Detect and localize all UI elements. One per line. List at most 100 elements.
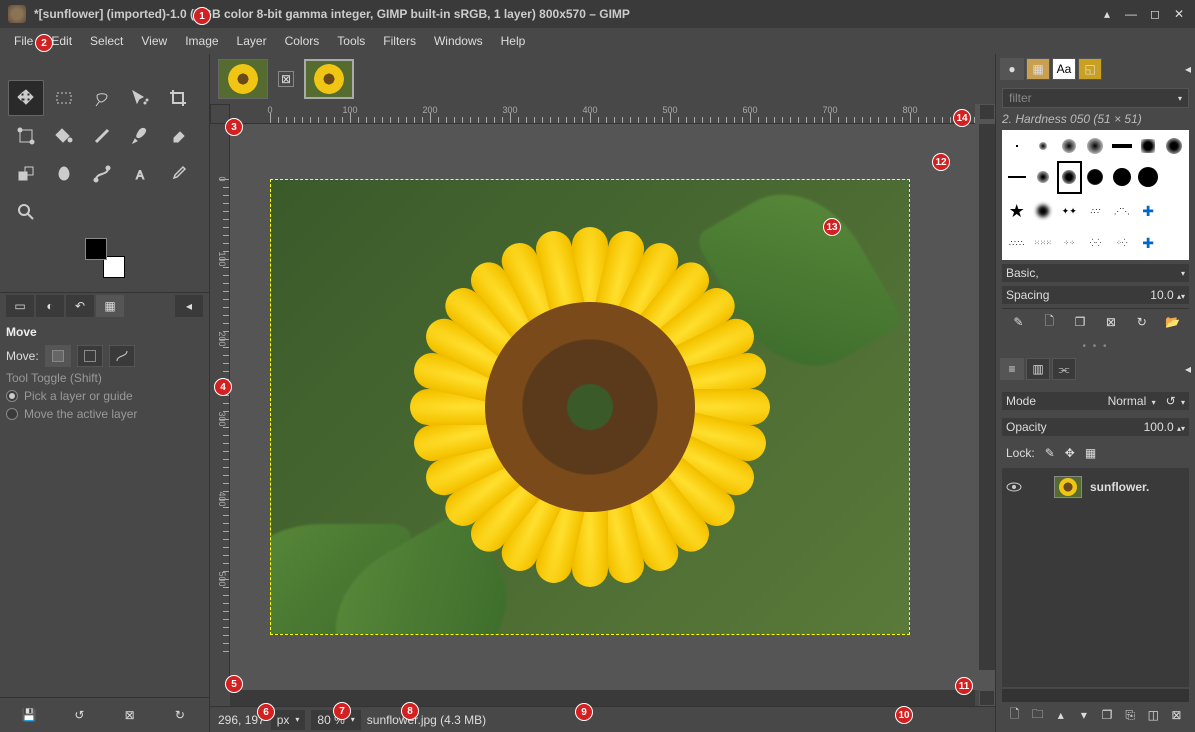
new-layer-icon[interactable]: 🗋 [1006,706,1023,724]
layer-group-icon[interactable]: 🗀 [1029,706,1046,724]
brush-spacing-slider[interactable]: Spacing 10.0 ▴▾ [1002,286,1189,304]
ruler-vertical[interactable]: 0100200300400500 [210,124,230,690]
duplicate-brush-icon[interactable]: ❐ [1071,313,1089,331]
option-pick-layer[interactable]: Pick a layer or guide [6,389,203,403]
brush-filter-input[interactable]: filter ▾ [1002,88,1189,108]
lock-alpha-icon[interactable]: ▦ [1085,446,1096,460]
move-mode-selection[interactable] [77,345,103,367]
mask-layer-icon[interactable]: ◫ [1145,706,1162,724]
menu-image[interactable]: Image [177,30,226,52]
brushes-menu-icon[interactable]: ◂ [1185,62,1191,76]
mode-dropdown[interactable]: Normal ▾ [1108,394,1156,408]
brush-grid[interactable]: ★ ✦✦ ∴∵ ⋰⋱ ✚ ∴∵∴ ⁙⁙⁙ ⁘⁘ ⁛⁛ ⁘⁛ ✚ [1002,130,1189,260]
menu-filters[interactable]: Filters [375,30,424,52]
tab-patterns[interactable]: ▦ [1026,58,1050,80]
tab-history[interactable]: ◱ [1078,58,1102,80]
navigation-button[interactable] [979,690,995,706]
clone-tool[interactable] [8,156,44,192]
layer-up-icon[interactable]: ▴ [1052,706,1069,724]
menu-help[interactable]: Help [493,30,534,52]
menu-colors[interactable]: Colors [277,30,328,52]
menu-layer[interactable]: Layer [229,30,275,52]
zoom-tool[interactable] [8,194,44,230]
save-options-icon[interactable]: 💾 [18,704,40,726]
gradient-tool[interactable] [84,118,120,154]
layer-thumbnail[interactable] [1054,476,1082,498]
dock-separator[interactable]: • • • [996,339,1195,354]
tab-menu-icon[interactable]: ◂ [175,295,203,317]
menu-windows[interactable]: Windows [426,30,491,52]
paintbrush-tool[interactable] [122,118,158,154]
move-mode-layer[interactable] [45,345,71,367]
tab-paths[interactable]: ⫘ [1052,358,1076,380]
canvas-viewport[interactable] [230,124,975,690]
menu-view[interactable]: View [133,30,175,52]
chevron-down-icon[interactable]: ▾ [1178,94,1182,103]
text-tool[interactable]: A [122,156,158,192]
reset-options-icon[interactable]: ↻ [169,704,191,726]
free-select-tool[interactable] [84,80,120,116]
fuzzy-select-tool[interactable] [122,80,158,116]
layer-item[interactable]: sunflower. [1002,472,1189,502]
merge-layer-icon[interactable]: ⎘ [1122,706,1139,724]
brush-preset-dropdown[interactable]: Basic,▾ [1002,264,1189,282]
tab-brushes[interactable]: ● [1000,58,1024,80]
move-tool[interactable] [8,80,44,116]
image-tab-2[interactable] [304,59,354,99]
zoom-toggle-button[interactable] [979,104,995,120]
crop-tool[interactable] [160,80,196,116]
layers-menu-icon[interactable]: ◂ [1185,362,1191,376]
tab-undo-history[interactable]: ↶ [66,295,94,317]
delete-options-icon[interactable]: ⊠ [119,704,141,726]
delete-brush-icon[interactable]: ⊠ [1102,313,1120,331]
duplicate-layer-icon[interactable]: ❐ [1099,706,1116,724]
ruler-horizontal[interactable]: 0100200300400500600700800900 [230,104,975,124]
smudge-tool[interactable] [46,156,82,192]
layers-scrollbar[interactable] [1002,689,1189,701]
rect-select-tool[interactable] [46,80,82,116]
radio-pick-layer[interactable] [6,390,18,402]
tab-tool-options[interactable]: ▦ [96,295,124,317]
menu-tools[interactable]: Tools [329,30,373,52]
layer-name[interactable]: sunflower. [1090,480,1149,494]
bucket-fill-tool[interactable] [46,118,82,154]
eraser-tool[interactable] [160,118,196,154]
lock-pixels-icon[interactable]: ✎ [1045,446,1055,460]
visibility-toggle-icon[interactable] [1006,479,1022,495]
restore-options-icon[interactable]: ↺ [68,704,90,726]
lock-position-icon[interactable]: ✥ [1065,446,1075,460]
tab-channels[interactable]: ▥ [1026,358,1050,380]
layer-list[interactable]: sunflower. [1002,468,1189,687]
minimize-button[interactable]: — [1123,6,1139,22]
new-brush-icon[interactable]: 🗋 [1040,313,1058,331]
close-button[interactable]: ✕ [1171,6,1187,22]
option-move-active[interactable]: Move the active layer [6,407,203,421]
image-tab-1[interactable] [218,59,268,99]
menu-select[interactable]: Select [82,30,131,52]
edit-brush-icon[interactable]: ✎ [1009,313,1027,331]
open-brush-icon[interactable]: 📂 [1164,313,1182,331]
foreground-color-swatch[interactable] [85,238,107,260]
paths-tool[interactable] [84,156,120,192]
maximize-button[interactable]: ◻ [1147,6,1163,22]
opacity-slider[interactable]: Opacity 100.0 ▴▾ [1002,418,1189,436]
mode-switch-icon[interactable]: ↺ ▾ [1166,394,1185,408]
tab-tool-options-2[interactable]: ◐ [36,295,64,317]
transform-tool[interactable] [8,118,44,154]
refresh-brush-icon[interactable]: ↻ [1133,313,1151,331]
move-mode-path[interactable] [109,345,135,367]
image-tab-close[interactable]: ⊠ [278,71,294,87]
tab-fonts[interactable]: Aa [1052,58,1076,80]
color-swatches[interactable] [85,238,125,278]
tab-layers[interactable]: ≡ [1000,358,1024,380]
radio-move-active[interactable] [6,408,18,420]
units-dropdown[interactable]: px▾ [271,710,306,730]
delete-layer-icon[interactable]: ⊠ [1168,706,1185,724]
scrollbar-vertical[interactable] [979,124,995,670]
layer-down-icon[interactable]: ▾ [1075,706,1092,724]
tab-device-status[interactable]: ▭ [6,295,34,317]
window-up-icon[interactable]: ▴ [1099,6,1115,22]
image-canvas[interactable] [270,179,910,635]
color-picker-tool[interactable] [160,156,196,192]
lock-label: Lock: [1006,446,1035,460]
